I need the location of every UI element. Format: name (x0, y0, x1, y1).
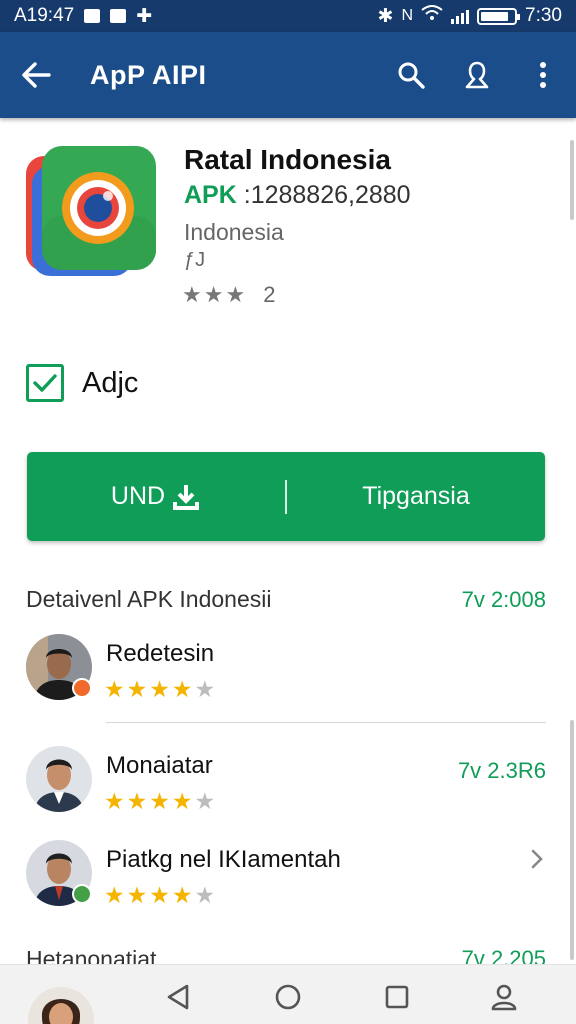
nav-home-button[interactable] (268, 977, 308, 1017)
battery-icon (477, 7, 521, 25)
signal-icon (451, 8, 470, 24)
small-info-icon: ƒJ (184, 249, 206, 271)
list-item[interactable]: Redetesin ★ ★ ★ ★ ★ (26, 634, 546, 714)
star-icon: ★ (203, 282, 224, 307)
check-icon (33, 374, 57, 392)
star-icon: ★ (104, 882, 125, 908)
more-vert-icon (540, 62, 546, 88)
recents-square-icon (385, 985, 409, 1009)
more-options-button[interactable] (510, 32, 576, 118)
app-country: Indonesia (184, 219, 284, 245)
back-triangle-icon (167, 984, 189, 1010)
star-icon: ★ (149, 788, 170, 814)
star-icon: ★ (182, 282, 202, 307)
star-icon: ★ (171, 788, 193, 814)
star-icon: ★ (194, 788, 216, 814)
badge-icon (72, 884, 92, 904)
account-icon (465, 61, 489, 89)
nfc-icon: N (401, 7, 414, 24)
star-icon: ★ (149, 676, 170, 702)
star-icon: ★ (104, 676, 125, 702)
secondary-button[interactable]: Tipgansia (287, 452, 545, 541)
star-icon: ★ (126, 676, 148, 702)
star-icon: ★ (225, 282, 246, 307)
apk-version: APK :1288826,2880 (184, 181, 411, 210)
review-stars: ★ ★ ★ ★ ★ (104, 882, 215, 909)
download-button-label: UND (110, 482, 166, 510)
apk-value: :1288826,2880 (236, 181, 411, 209)
details-title: Detaivenl APK Indonesii (26, 586, 272, 612)
status-bar: A19:47 ✚ ✱ N 7:30 (0, 0, 576, 32)
reviewer-name: Piatkg nel IKIamentah (106, 846, 341, 873)
review-stars: ★ ★ ★ ★ ★ (104, 788, 215, 815)
bluetooth-icon: ✱ (377, 5, 394, 27)
agree-checkbox[interactable] (26, 364, 64, 402)
star-icon: ★ (171, 882, 193, 908)
list-scroll-indicator[interactable] (570, 720, 574, 960)
avatar[interactable] (28, 987, 94, 1024)
mail-icon (84, 9, 101, 23)
star-icon: ★ (194, 882, 216, 908)
download-button[interactable]: UND (27, 452, 285, 541)
search-icon (398, 62, 425, 89)
message-icon (110, 9, 127, 23)
person-icon (491, 984, 517, 1011)
status-time-right: 7:30 (525, 5, 562, 26)
list-item[interactable]: Piatkg nel IKIamentah ★ ★ ★ ★ ★ (26, 840, 546, 920)
home-circle-icon (275, 984, 301, 1010)
arrow-left-icon (22, 62, 51, 88)
app-logo-icon (26, 146, 158, 278)
list-item[interactable]: Monaiatar ★ ★ ★ ★ ★ 7v 2.3R6 (26, 746, 546, 826)
nav-profile-button[interactable] (484, 977, 524, 1017)
nav-recents-button[interactable] (377, 977, 417, 1017)
review-date: 7v 2.3R6 (457, 758, 546, 783)
apk-label: APK (184, 181, 237, 209)
details-header: Detaivenl APK Indonesii 7v 2:008 (26, 586, 546, 613)
app-bar: ApP AIPI (0, 32, 576, 118)
badge-icon (72, 678, 92, 698)
star-icon: ★ (149, 882, 170, 908)
chevron-right-icon[interactable] (530, 848, 544, 875)
star-icon: ★ (194, 676, 216, 702)
app-name: Ratal Indonesia (184, 144, 391, 175)
scroll-indicator[interactable] (570, 140, 574, 220)
details-date: 7v 2:008 (461, 586, 546, 612)
star-icon: ★ (171, 676, 193, 702)
star-icon: ★ (104, 788, 125, 814)
agree-checkbox-row[interactable]: Adjc (26, 364, 138, 402)
plus-icon: ✚ (136, 5, 153, 27)
search-button[interactable] (378, 32, 444, 118)
avatar (26, 746, 92, 812)
secondary-button-label: Tipgansia (362, 482, 470, 510)
download-icon (173, 484, 200, 510)
star-icon: ★ (126, 882, 148, 908)
account-button[interactable] (444, 32, 510, 118)
back-button[interactable] (0, 32, 72, 118)
app-rating: ★ ★ ★ 2 (182, 282, 275, 308)
star-icon: ★ (126, 788, 148, 814)
page-title: ApP AIPI (90, 59, 207, 90)
divider (106, 722, 546, 723)
review-stars: ★ ★ ★ ★ ★ (104, 676, 215, 703)
rating-count: 2 (263, 282, 276, 307)
reviewer-name: Monaiatar (106, 752, 213, 779)
reviewer-name: Redetesin (106, 640, 215, 667)
nav-back-button[interactable] (158, 977, 198, 1017)
system-nav-bar (0, 964, 576, 1024)
checkbox-label: Adjc (82, 366, 139, 399)
action-button-group: UND Tipgansia (27, 452, 545, 541)
wifi-icon (421, 5, 443, 27)
status-time-left: A19:47 (14, 5, 75, 26)
